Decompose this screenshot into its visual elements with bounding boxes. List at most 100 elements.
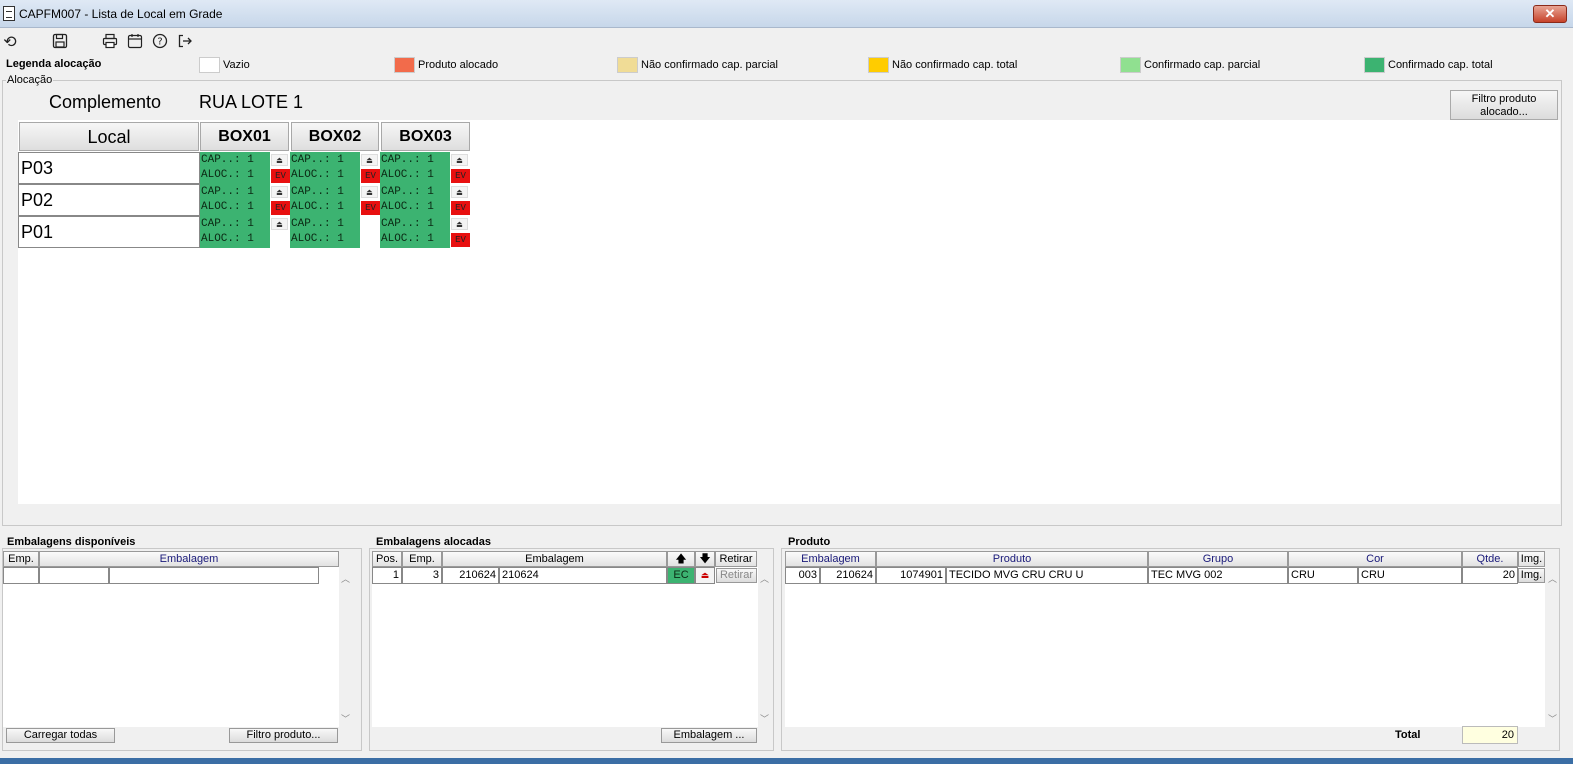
carregar-todas-button[interactable]: Carregar todas bbox=[6, 728, 115, 743]
status-badge[interactable]: EC bbox=[667, 567, 695, 584]
grid-cell[interactable]: CAP..: 1 ALOC.: 1 ⏏ EV bbox=[290, 152, 380, 184]
help-icon[interactable]: ? bbox=[150, 33, 170, 53]
cell-action-area bbox=[360, 216, 380, 248]
cell-aloc: ALOC.: 1 bbox=[201, 201, 254, 213]
table-cell[interactable]: CRU bbox=[1288, 567, 1358, 584]
cell-aloc: ALOC.: 1 bbox=[381, 169, 434, 181]
grid-row-label[interactable]: P03 bbox=[18, 152, 200, 184]
arrow-up-icon[interactable]: 🡅 bbox=[667, 551, 695, 567]
arrow-down-icon[interactable]: 🡇 bbox=[695, 551, 715, 567]
scroll-down-icon[interactable]: ﹀ bbox=[760, 712, 769, 725]
col-header-emp[interactable]: Emp. bbox=[402, 551, 442, 567]
eject-icon[interactable]: ⏏ bbox=[451, 186, 468, 198]
grid-cell[interactable]: CAP..: 1 ALOC.: 1 ⏏ bbox=[200, 216, 290, 248]
disponiveis-list[interactable] bbox=[3, 567, 339, 727]
eject-icon[interactable]: ⏏ bbox=[361, 154, 378, 166]
table-cell[interactable]: 210624 bbox=[499, 567, 667, 584]
col-header-embalagem[interactable]: Embalagem bbox=[39, 551, 339, 567]
col-header-retirar[interactable]: Retirar bbox=[715, 551, 757, 567]
eject-icon[interactable]: ⏏ bbox=[695, 567, 715, 584]
scroll-up-icon[interactable]: ︿ bbox=[1548, 572, 1557, 585]
eject-icon[interactable]: ⏏ bbox=[451, 218, 468, 230]
table-cell[interactable]: 20 bbox=[1462, 567, 1518, 584]
scroll-up-icon[interactable]: ︿ bbox=[760, 572, 769, 585]
eject-icon[interactable]: ⏏ bbox=[271, 218, 288, 230]
print-icon[interactable] bbox=[100, 33, 120, 53]
table-cell[interactable] bbox=[109, 567, 319, 584]
undo-icon[interactable]: ⟲ bbox=[0, 33, 20, 53]
ev-badge[interactable]: EV bbox=[451, 233, 470, 247]
legend-label-vazio: Vazio bbox=[223, 59, 250, 71]
table-cell[interactable]: 003 bbox=[785, 567, 820, 584]
produto-group-label: Produto bbox=[787, 536, 832, 548]
ev-badge[interactable]: EV bbox=[451, 169, 470, 183]
cell-cap: CAP..: 1 bbox=[291, 218, 344, 230]
cell-aloc: ALOC.: 1 bbox=[201, 169, 254, 181]
save-icon[interactable] bbox=[50, 33, 70, 53]
scroll-down-icon[interactable]: ﹀ bbox=[341, 712, 350, 725]
grid-row-label[interactable]: P01 bbox=[18, 216, 200, 248]
scroll-down-icon[interactable]: ﹀ bbox=[1548, 712, 1557, 725]
eject-icon[interactable]: ⏏ bbox=[271, 186, 288, 198]
filtro-produto-button[interactable]: Filtro produto... bbox=[229, 728, 338, 743]
table-cell[interactable] bbox=[3, 567, 39, 584]
grid-header-box01: BOX01 bbox=[200, 122, 289, 151]
cell-aloc: ALOC.: 1 bbox=[291, 169, 344, 181]
retirar-button[interactable]: Retirar bbox=[716, 568, 757, 583]
grid-cell[interactable]: CAP..: 1 ALOC.: 1 bbox=[290, 216, 380, 248]
col-header-embalagem[interactable]: Embalagem bbox=[442, 551, 667, 567]
col-header-embalagem[interactable]: Embalagem bbox=[785, 551, 876, 567]
embalagem-button[interactable]: Embalagem ... bbox=[661, 728, 757, 743]
col-header-grupo[interactable]: Grupo bbox=[1148, 551, 1288, 567]
table-cell[interactable] bbox=[39, 567, 109, 584]
table-cell[interactable]: CRU bbox=[1358, 567, 1462, 584]
produto-list[interactable] bbox=[785, 567, 1545, 727]
ev-badge[interactable]: EV bbox=[361, 201, 380, 215]
table-cell[interactable]: TECIDO MVG CRU CRU U bbox=[946, 567, 1148, 584]
exit-icon[interactable] bbox=[175, 33, 195, 53]
eject-icon[interactable]: ⏏ bbox=[271, 154, 288, 166]
grid-cell[interactable]: CAP..: 1 ALOC.: 1 ⏏ EV bbox=[200, 184, 290, 216]
eject-icon[interactable]: ⏏ bbox=[361, 186, 378, 198]
alocadas-list[interactable] bbox=[372, 567, 758, 727]
eject-icon[interactable]: ⏏ bbox=[451, 154, 468, 166]
ev-badge[interactable]: EV bbox=[451, 201, 470, 215]
legend-swatch-vazio bbox=[199, 57, 220, 73]
table-cell[interactable]: 1 bbox=[372, 567, 402, 584]
filtro-produto-alocado-button[interactable]: Filtro produto alocado... bbox=[1450, 90, 1558, 120]
table-cell[interactable]: 1074901 bbox=[876, 567, 946, 584]
ev-badge[interactable]: EV bbox=[271, 169, 290, 183]
toolbar bbox=[0, 28, 1573, 56]
grid-cell[interactable]: CAP..: 1 ALOC.: 1 ⏏ EV bbox=[380, 216, 470, 248]
col-header-cor[interactable]: Cor bbox=[1288, 551, 1462, 567]
table-cell[interactable]: 3 bbox=[402, 567, 442, 584]
cell-aloc: ALOC.: 1 bbox=[381, 233, 434, 245]
grid-cell[interactable]: CAP..: 1 ALOC.: 1 ⏏ EV bbox=[380, 152, 470, 184]
col-header-emp[interactable]: Emp. bbox=[3, 551, 39, 567]
col-header-produto[interactable]: Produto bbox=[876, 551, 1148, 567]
document-icon bbox=[3, 6, 15, 21]
ev-badge[interactable]: EV bbox=[271, 201, 290, 215]
disponiveis-group-label: Embalagens disponíveis bbox=[6, 536, 137, 548]
calendar-icon[interactable] bbox=[125, 33, 145, 53]
grid-row-label[interactable]: P02 bbox=[18, 184, 200, 216]
col-header-qtde[interactable]: Qtde. bbox=[1462, 551, 1518, 567]
legend-swatch-nao-conf-parcial bbox=[617, 57, 638, 73]
grid-cell[interactable]: CAP..: 1 ALOC.: 1 ⏏ EV bbox=[290, 184, 380, 216]
col-header-img[interactable]: Img. bbox=[1518, 551, 1545, 567]
legend-label-nao-conf-total: Não confirmado cap. total bbox=[892, 59, 1018, 71]
cell-cap: CAP..: 1 bbox=[201, 154, 254, 166]
grid-cell[interactable]: CAP..: 1 ALOC.: 1 ⏏ EV bbox=[380, 184, 470, 216]
grid-cell[interactable]: CAP..: 1 ALOC.: 1 ⏏ EV bbox=[200, 152, 290, 184]
col-header-pos[interactable]: Pos. bbox=[372, 551, 402, 567]
table-cell[interactable]: TEC MVG 002 bbox=[1148, 567, 1288, 584]
scroll-up-icon[interactable]: ︿ bbox=[341, 572, 350, 585]
ev-badge[interactable]: EV bbox=[361, 169, 380, 183]
table-cell[interactable]: 210624 bbox=[820, 567, 876, 584]
cell-cap: CAP..: 1 bbox=[291, 154, 344, 166]
img-button[interactable]: Img. bbox=[1518, 568, 1545, 583]
legend-swatch-conf-total bbox=[1364, 57, 1385, 73]
table-cell[interactable]: 210624 bbox=[442, 567, 499, 584]
close-button[interactable]: ✕ bbox=[1533, 5, 1567, 23]
taskbar-edge bbox=[0, 758, 1573, 764]
